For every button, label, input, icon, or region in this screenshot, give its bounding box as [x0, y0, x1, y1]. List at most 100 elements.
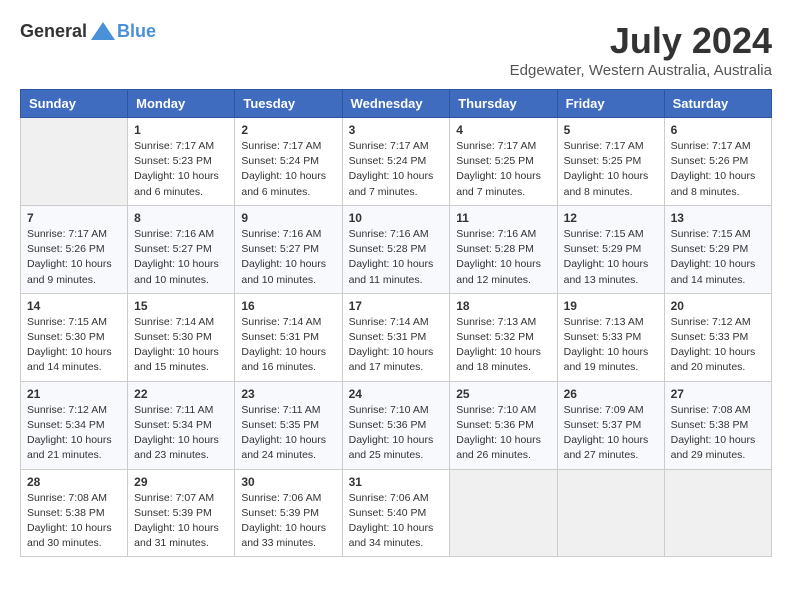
day-number: 31 — [349, 475, 444, 489]
calendar-cell: 17Sunrise: 7:14 AM Sunset: 5:31 PM Dayli… — [342, 293, 450, 381]
day-info: Sunrise: 7:17 AM Sunset: 5:23 PM Dayligh… — [134, 139, 228, 200]
page-header: General Blue July 2024 Edgewater, Wester… — [20, 20, 772, 79]
calendar-cell: 30 Sunrise: 7:06 AM Sunset: 5:39 PM Dayli… — [235, 469, 342, 557]
day-info: Sunrise: 7:16 AM Sunset: 5:28 PM Dayligh… — [456, 227, 550, 288]
day-info: Sunrise: 7:17 AM Sunset: 5:25 PM Dayligh… — [456, 139, 550, 200]
calendar-week-row: 1 Sunrise: 7:17 AM Sunset: 5:23 PM Daylig… — [21, 118, 772, 206]
calendar-cell — [21, 118, 128, 206]
calendar-cell: 26Sunrise: 7:09 AM Sunset: 5:37 PM Dayli… — [557, 381, 664, 469]
calendar-cell — [557, 469, 664, 557]
calendar-week-row: 14 Sunrise: 7:15 AM Sunset: 5:30 PM Dayli… — [21, 293, 772, 381]
header-wednesday: Wednesday — [342, 90, 450, 118]
calendar-cell — [450, 469, 557, 557]
calendar-cell: 28Sunrise: 7:08 AM Sunset: 5:38 PM Dayli… — [21, 469, 128, 557]
day-info: Sunrise: 7:08 AM Sunset: 5:38 PM Dayligh… — [27, 491, 121, 552]
title-block: July 2024 Edgewater, Western Australia, … — [510, 20, 772, 79]
logo-text-blue: Blue — [117, 21, 156, 42]
day-info: Sunrise: 7:14 AM Sunset: 5:31 PM Dayligh… — [241, 315, 335, 376]
calendar-cell: 20 Sunrise: 7:12 AM Sunset: 5:33 PM Dayli… — [664, 293, 771, 381]
calendar-cell: 21 Sunrise: 7:12 AM Sunset: 5:34 PM Dayli… — [21, 381, 128, 469]
day-number: 25 — [456, 387, 550, 401]
calendar-cell: 27 Sunrise: 7:08 AM Sunset: 5:38 PM Dayli… — [664, 381, 771, 469]
calendar-cell: 6Sunrise: 7:17 AM Sunset: 5:26 PM Daylig… — [664, 118, 771, 206]
calendar-week-row: 21 Sunrise: 7:12 AM Sunset: 5:34 PM Dayli… — [21, 381, 772, 469]
day-info: Sunrise: 7:17 AM Sunset: 5:26 PM Dayligh… — [27, 227, 121, 288]
calendar-cell: 11 Sunrise: 7:16 AM Sunset: 5:28 PM Dayli… — [450, 205, 557, 293]
day-info: Sunrise: 7:14 AM Sunset: 5:30 PM Dayligh… — [134, 315, 228, 376]
calendar-cell: 24 Sunrise: 7:10 AM Sunset: 5:36 PM Dayli… — [342, 381, 450, 469]
day-info: Sunrise: 7:15 AM Sunset: 5:29 PM Dayligh… — [671, 227, 765, 288]
calendar-cell — [664, 469, 771, 557]
logo: General Blue — [20, 20, 156, 42]
calendar-cell: 8 Sunrise: 7:16 AM Sunset: 5:27 PM Daylig… — [128, 205, 235, 293]
header-monday: Monday — [128, 90, 235, 118]
day-number: 24 — [349, 387, 444, 401]
day-number: 21 — [27, 387, 121, 401]
calendar-cell: 18 Sunrise: 7:13 AM Sunset: 5:32 PM Dayli… — [450, 293, 557, 381]
day-info: Sunrise: 7:08 AM Sunset: 5:38 PM Dayligh… — [671, 403, 765, 464]
day-number: 27 — [671, 387, 765, 401]
day-number: 3 — [349, 123, 444, 137]
calendar-cell: 12Sunrise: 7:15 AM Sunset: 5:29 PM Dayli… — [557, 205, 664, 293]
day-number: 30 — [241, 475, 335, 489]
day-number: 14 — [27, 299, 121, 313]
day-info: Sunrise: 7:06 AM Sunset: 5:39 PM Dayligh… — [241, 491, 335, 552]
logo-text-general: General — [20, 21, 87, 42]
calendar-cell: 15 Sunrise: 7:14 AM Sunset: 5:30 PM Dayli… — [128, 293, 235, 381]
day-number: 29 — [134, 475, 228, 489]
header-sunday: Sunday — [21, 90, 128, 118]
day-info: Sunrise: 7:17 AM Sunset: 5:25 PM Dayligh… — [564, 139, 658, 200]
day-number: 18 — [456, 299, 550, 313]
day-info: Sunrise: 7:17 AM Sunset: 5:24 PM Dayligh… — [349, 139, 444, 200]
calendar-cell: 23 Sunrise: 7:11 AM Sunset: 5:35 PM Dayli… — [235, 381, 342, 469]
day-info: Sunrise: 7:07 AM Sunset: 5:39 PM Dayligh… — [134, 491, 228, 552]
logo-icon — [89, 20, 117, 42]
day-info: Sunrise: 7:12 AM Sunset: 5:34 PM Dayligh… — [27, 403, 121, 464]
month-title: July 2024 — [510, 20, 772, 62]
day-number: 4 — [456, 123, 550, 137]
day-number: 23 — [241, 387, 335, 401]
day-number: 17 — [349, 299, 444, 313]
day-info: Sunrise: 7:06 AM Sunset: 5:40 PM Dayligh… — [349, 491, 444, 552]
calendar-cell: 22Sunrise: 7:11 AM Sunset: 5:34 PM Dayli… — [128, 381, 235, 469]
day-number: 16 — [241, 299, 335, 313]
calendar-cell: 13Sunrise: 7:15 AM Sunset: 5:29 PM Dayli… — [664, 205, 771, 293]
calendar-cell: 29 Sunrise: 7:07 AM Sunset: 5:39 PM Dayli… — [128, 469, 235, 557]
header-tuesday: Tuesday — [235, 90, 342, 118]
day-info: Sunrise: 7:15 AM Sunset: 5:29 PM Dayligh… — [564, 227, 658, 288]
calendar-week-row: 7Sunrise: 7:17 AM Sunset: 5:26 PM Daylig… — [21, 205, 772, 293]
day-info: Sunrise: 7:09 AM Sunset: 5:37 PM Dayligh… — [564, 403, 658, 464]
day-number: 8 — [134, 211, 228, 225]
calendar-cell: 25 Sunrise: 7:10 AM Sunset: 5:36 PM Dayli… — [450, 381, 557, 469]
header-saturday: Saturday — [664, 90, 771, 118]
day-number: 9 — [241, 211, 335, 225]
day-info: Sunrise: 7:12 AM Sunset: 5:33 PM Dayligh… — [671, 315, 765, 376]
day-info: Sunrise: 7:16 AM Sunset: 5:27 PM Dayligh… — [241, 227, 335, 288]
day-number: 20 — [671, 299, 765, 313]
day-number: 10 — [349, 211, 444, 225]
day-number: 5 — [564, 123, 658, 137]
day-info: Sunrise: 7:17 AM Sunset: 5:26 PM Dayligh… — [671, 139, 765, 200]
day-info: Sunrise: 7:10 AM Sunset: 5:36 PM Dayligh… — [456, 403, 550, 464]
day-info: Sunrise: 7:16 AM Sunset: 5:27 PM Dayligh… — [134, 227, 228, 288]
day-info: Sunrise: 7:15 AM Sunset: 5:30 PM Dayligh… — [27, 315, 121, 376]
day-info: Sunrise: 7:13 AM Sunset: 5:32 PM Dayligh… — [456, 315, 550, 376]
calendar-table: SundayMondayTuesdayWednesdayThursdayFrid… — [20, 89, 772, 557]
header-thursday: Thursday — [450, 90, 557, 118]
day-number: 11 — [456, 211, 550, 225]
calendar-cell: 1 Sunrise: 7:17 AM Sunset: 5:23 PM Daylig… — [128, 118, 235, 206]
day-info: Sunrise: 7:17 AM Sunset: 5:24 PM Dayligh… — [241, 139, 335, 200]
calendar-cell: 7Sunrise: 7:17 AM Sunset: 5:26 PM Daylig… — [21, 205, 128, 293]
location-title: Edgewater, Western Australia, Australia — [510, 62, 772, 79]
day-number: 15 — [134, 299, 228, 313]
calendar-cell: 9 Sunrise: 7:16 AM Sunset: 5:27 PM Daylig… — [235, 205, 342, 293]
day-number: 19 — [564, 299, 658, 313]
calendar-header-row: SundayMondayTuesdayWednesdayThursdayFrid… — [21, 90, 772, 118]
day-info: Sunrise: 7:13 AM Sunset: 5:33 PM Dayligh… — [564, 315, 658, 376]
day-info: Sunrise: 7:11 AM Sunset: 5:35 PM Dayligh… — [241, 403, 335, 464]
day-info: Sunrise: 7:10 AM Sunset: 5:36 PM Dayligh… — [349, 403, 444, 464]
calendar-week-row: 28Sunrise: 7:08 AM Sunset: 5:38 PM Dayli… — [21, 469, 772, 557]
day-number: 1 — [134, 123, 228, 137]
calendar-cell: 14 Sunrise: 7:15 AM Sunset: 5:30 PM Dayli… — [21, 293, 128, 381]
calendar-cell: 4 Sunrise: 7:17 AM Sunset: 5:25 PM Daylig… — [450, 118, 557, 206]
